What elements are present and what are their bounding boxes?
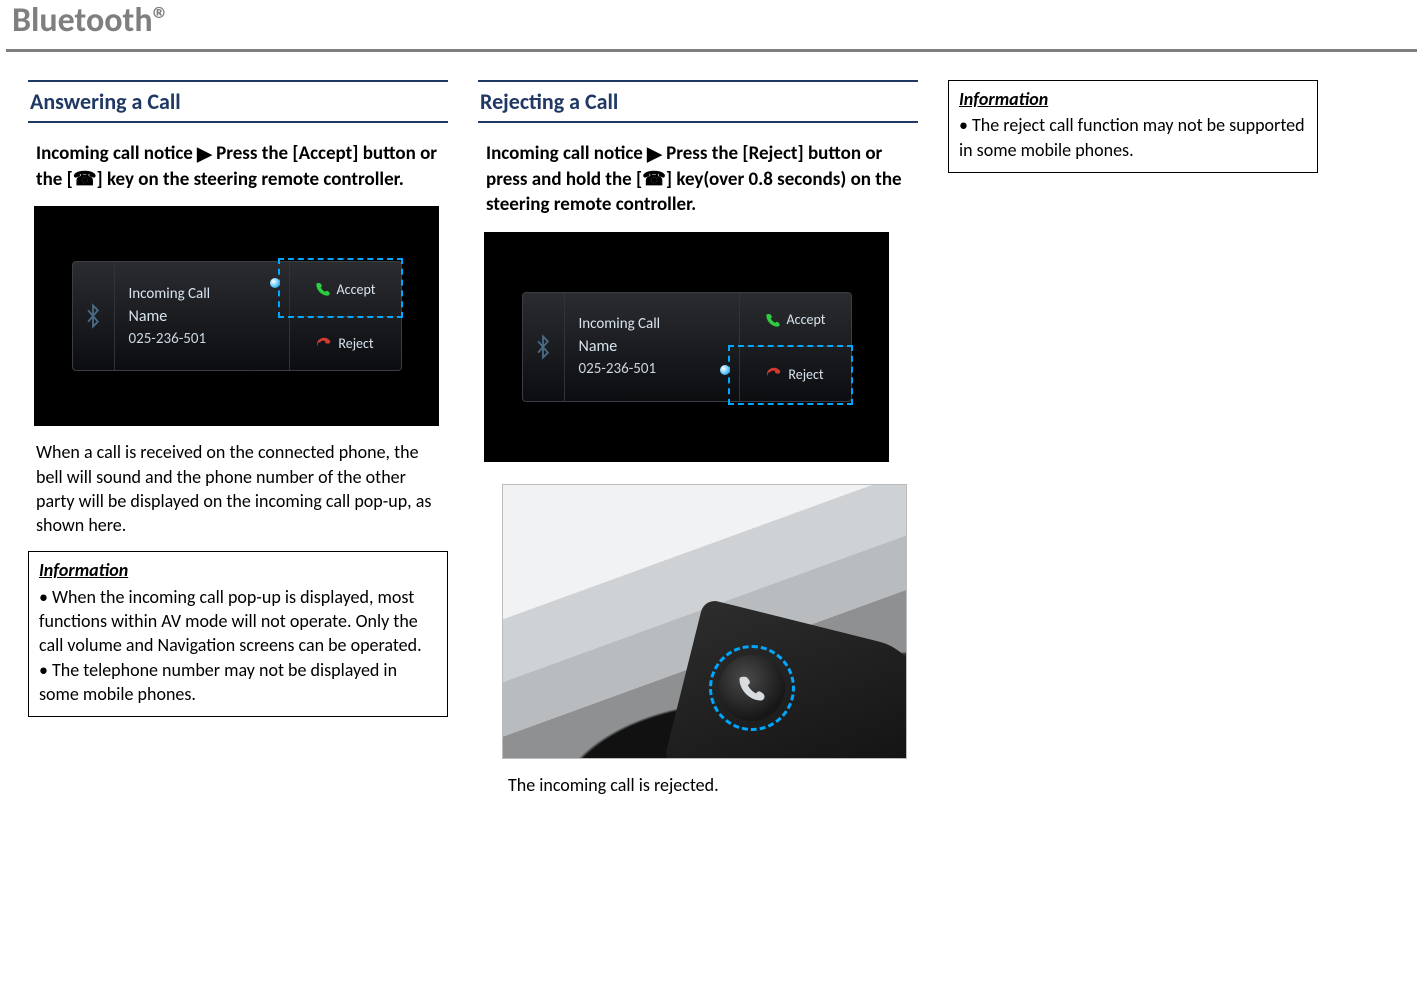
info-bullet-1: • The reject call function may not be su… <box>959 113 1307 162</box>
reject-icon <box>766 366 782 382</box>
reject-button[interactable]: Reject <box>740 347 851 401</box>
reject-label: Reject <box>338 335 373 352</box>
instr-pre: Incoming call notice <box>486 142 643 165</box>
call-buttons: Accept Reject <box>739 293 851 401</box>
page-title: Bluetooth® <box>6 0 1417 52</box>
column-info: Information • The reject call function m… <box>948 80 1318 173</box>
accept-icon <box>765 312 781 328</box>
column-rejecting: Rejecting a Call Incoming call notice ▶ … <box>478 80 918 811</box>
accept-button[interactable]: Accept <box>740 293 851 348</box>
phone-icon: ☎ <box>73 167 97 193</box>
caller-number: 025-236-501 <box>129 330 289 348</box>
accept-label: Accept <box>787 311 826 328</box>
arrow-icon: ▶ <box>197 142 212 168</box>
cursor-icon <box>720 365 730 375</box>
instr-post-b: ] key on the steering remote controller. <box>96 168 403 191</box>
info-bullet-2: • The telephone number may not be displa… <box>39 658 437 707</box>
info-bullet-1: • When the incoming call pop-up is displ… <box>39 585 437 658</box>
rejecting-description: The incoming call is rejected. <box>508 773 912 797</box>
instr-pre: Incoming call notice <box>36 142 193 165</box>
call-info: Incoming Call Name 025-236-501 <box>115 262 289 370</box>
screenshot-steering-wheel <box>502 484 907 759</box>
phone-icon: ☎ <box>642 167 666 193</box>
rejecting-instruction: Incoming call notice ▶ Press the [Reject… <box>486 141 912 218</box>
column-answering: Answering a Call Incoming call notice ▶ … <box>28 80 448 717</box>
info-box-reject: Information • The reject call function m… <box>948 80 1318 173</box>
accept-label: Accept <box>337 281 376 298</box>
info-box-answering: Information • When the incoming call pop… <box>28 551 448 717</box>
steering-phone-button[interactable] <box>719 655 785 721</box>
screenshot-incoming-accept: Incoming Call Name 025-236-501 Accept <box>34 206 439 426</box>
arrow-icon: ▶ <box>647 142 662 168</box>
accept-button[interactable]: Accept <box>290 262 401 317</box>
info-title: Information <box>39 558 437 582</box>
headunit-popup: Incoming Call Name 025-236-501 Accept <box>72 261 402 371</box>
headunit-popup: Incoming Call Name 025-236-501 Accept <box>522 292 852 402</box>
content-columns: Answering a Call Incoming call notice ▶ … <box>0 80 1423 831</box>
cursor-icon <box>270 278 280 288</box>
heading-rejecting: Rejecting a Call <box>478 80 918 123</box>
reject-button[interactable]: Reject <box>290 317 401 371</box>
bluetooth-icon <box>523 293 565 401</box>
answering-description: When a call is received on the connected… <box>36 440 442 537</box>
heading-answering: Answering a Call <box>28 80 448 123</box>
caller-number: 025-236-501 <box>579 360 739 378</box>
popup-title: Incoming Call <box>129 285 289 303</box>
accept-icon <box>315 281 331 297</box>
bluetooth-icon <box>73 262 115 370</box>
reject-icon <box>316 336 332 352</box>
caller-name: Name <box>579 337 739 356</box>
screenshot-incoming-reject: Incoming Call Name 025-236-501 Accept <box>484 232 889 462</box>
wheel-spoke <box>664 598 907 759</box>
call-info: Incoming Call Name 025-236-501 <box>565 293 739 401</box>
caller-name: Name <box>129 307 289 326</box>
popup-title: Incoming Call <box>579 315 739 333</box>
info-title: Information <box>959 87 1307 111</box>
call-buttons: Accept Reject <box>289 262 401 370</box>
answering-instruction: Incoming call notice ▶ Press the [Accept… <box>36 141 442 192</box>
reject-label: Reject <box>788 366 823 383</box>
